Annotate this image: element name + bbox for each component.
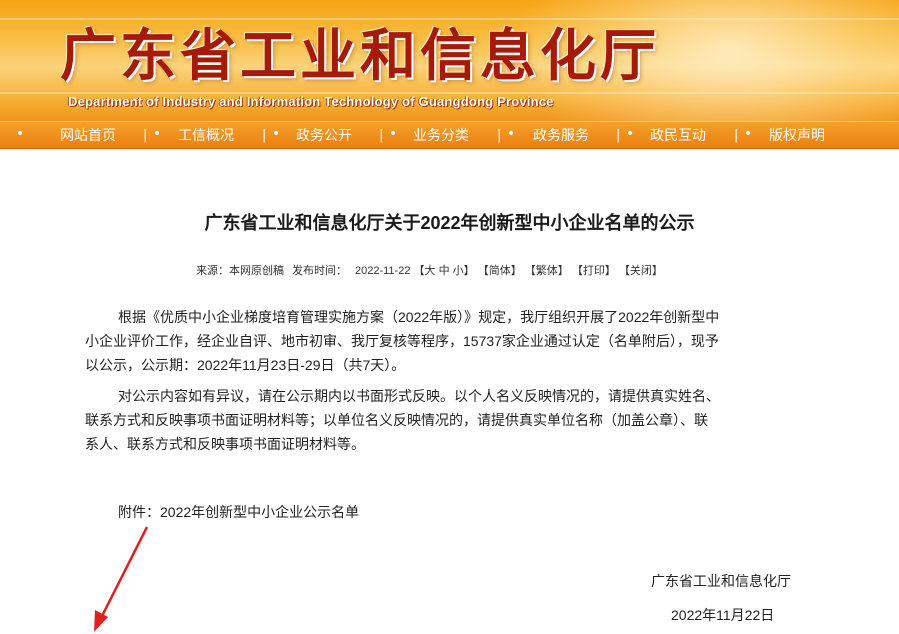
meta-source: 来源：本网原创稿 — [196, 265, 284, 277]
paragraph-line: 对公示内容如有异议，请在公示期内以书面形式反映。以个人名义反映情况的，请提供真实… — [118, 388, 720, 404]
paragraph-line: 小企业评价工作，经企业自评、地市初审、我厅复核等程序，15737家企业通过认定（… — [85, 333, 719, 349]
nav-dot-icon: • — [153, 126, 162, 142]
arrow-head — [94, 610, 108, 632]
font-size-medium-button[interactable]: 中 — [439, 265, 450, 277]
site-title-en: Department of Industry and Information T… — [68, 94, 554, 109]
nav-separator: | — [262, 128, 267, 143]
nav-dot-icon: • — [272, 126, 281, 142]
nav-separator: | — [497, 128, 502, 143]
nav-separator: | — [734, 128, 739, 143]
paragraph-line: 联系方式和反映事项书面证明材料等；以单位名义反映情况的，请提供真实单位名称（加盖… — [85, 412, 708, 428]
signature-date: 2022年11月22日 — [671, 607, 775, 623]
nav-dot-icon: • — [389, 126, 398, 142]
arrow-shaft — [98, 526, 149, 621]
nav-item-overview[interactable]: 工信概况 — [178, 122, 234, 149]
nav-item-business[interactable]: 业务分类 — [413, 122, 469, 149]
nav-item-home[interactable]: 网站首页 — [60, 122, 116, 149]
site-banner: 广东省工业和信息化厅 Department of Industry and In… — [0, 0, 899, 121]
nav-dot-icon: • — [626, 126, 635, 142]
simplified-chinese-button[interactable]: 【简体】 — [478, 265, 522, 277]
nav-dot-icon: • — [16, 126, 25, 142]
attachment-row: 附件：2022年创新型中小企业公示名单 — [118, 502, 359, 522]
article-paragraph-1: 根据《优质中小企业梯度培育管理实施方案（2022年版）》规定，我厅组织开展了20… — [85, 305, 810, 377]
nav-separator: | — [143, 128, 148, 143]
attachment-label: 附件： — [118, 504, 160, 520]
nav-item-gov-affairs[interactable]: 政务公开 — [296, 122, 352, 149]
paragraph-line: 以公示，公示期：2022年11月23日-29日（共7天）。 — [85, 357, 406, 373]
paragraph-line: 根据《优质中小企业梯度培育管理实施方案（2022年版）》规定，我厅组织开展了20… — [118, 309, 720, 325]
article-title: 广东省工业和信息化厅关于2022年创新型中小企业名单的公示 — [204, 213, 695, 233]
print-button[interactable]: 【打印】 — [572, 265, 616, 277]
font-size-small-button[interactable]: 小 — [453, 265, 464, 277]
paragraph-line: 系人、联系方式和反映事项书面证明材料等。 — [85, 436, 365, 452]
article-paragraph-2: 对公示内容如有异议，请在公示期内以书面形式反映。以个人名义反映情况的，请提供真实… — [85, 384, 810, 456]
nav-item-copyright[interactable]: 版权声明 — [769, 122, 825, 149]
main-nav: • 网站首页 | • 工信概况 | • 政务公开 | • 业务分类 | • 政务… — [0, 121, 899, 149]
meta-date: 2022-11-22 — [355, 265, 411, 277]
font-size-bracket-open: 【 — [413, 265, 425, 277]
nav-item-interaction[interactable]: 政民互动 — [650, 122, 706, 149]
meta-publish-label: 发布时间： — [292, 265, 347, 277]
attachment-link[interactable]: 2022年创新型中小企业公示名单 — [160, 504, 359, 520]
site-title-cn: 广东省工业和信息化厅 — [60, 23, 660, 89]
close-button[interactable]: 【关闭】 — [619, 265, 663, 277]
signature-org: 广东省工业和信息化厅 — [651, 573, 791, 589]
font-size-bracket-close: 】 — [463, 265, 475, 277]
nav-dot-icon: • — [744, 126, 753, 142]
nav-item-services[interactable]: 政务服务 — [533, 122, 589, 149]
traditional-chinese-button[interactable]: 【繁体】 — [525, 265, 569, 277]
font-size-large-button[interactable]: 大 — [425, 265, 436, 277]
banner-stripe — [0, 18, 899, 20]
article-meta: 来源：本网原创稿 发布时间： 2022-11-22 【大 中 小】 【简体】 【繁体… — [196, 262, 663, 278]
nav-separator: | — [379, 128, 384, 143]
nav-dot-icon: • — [507, 126, 516, 142]
nav-separator: | — [616, 128, 621, 143]
